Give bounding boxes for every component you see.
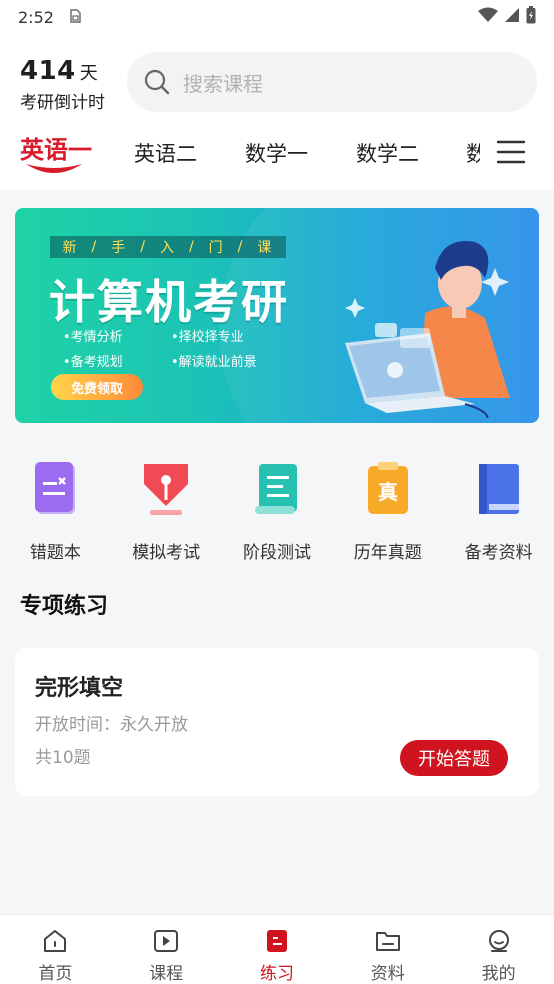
tab-math-3-partial[interactable]: 数 bbox=[466, 138, 480, 168]
tab-math-2[interactable]: 数学二 bbox=[356, 138, 419, 168]
quick-link-label: 错题本 bbox=[29, 543, 81, 563]
menu-icon[interactable] bbox=[496, 138, 526, 166]
nav-item-home[interactable]: 首页 bbox=[0, 915, 111, 984]
tagline-char: 课 bbox=[257, 240, 274, 256]
nav-item-materials[interactable]: 资料 bbox=[332, 915, 443, 984]
play-icon bbox=[154, 930, 179, 952]
status-bar: 2:52 bbox=[0, 0, 554, 34]
countdown-days: 414 bbox=[20, 56, 76, 86]
quick-link-materials[interactable]: 备考资料 bbox=[443, 430, 554, 570]
exam-countdown: 414 天 考研倒计时 bbox=[20, 56, 105, 113]
bottom-nav: 首页 课程 练习 资料 我的 bbox=[0, 914, 554, 984]
nav-item-profile[interactable]: 我的 bbox=[443, 915, 554, 984]
sim-card-icon bbox=[68, 8, 82, 26]
tagline-char: 手 bbox=[111, 240, 128, 256]
nav-label: 资料 bbox=[370, 964, 405, 984]
banner-bullets: •考情分析 •择校择专业 •备考规划 •解读就业前景 bbox=[63, 326, 283, 370]
tagline-sep: / bbox=[188, 239, 196, 255]
tagline-sep: / bbox=[140, 239, 147, 255]
search-input[interactable]: 搜索课程 bbox=[127, 52, 537, 112]
tagline-char: 新 bbox=[62, 240, 79, 256]
scroll-icon bbox=[253, 460, 301, 518]
nav-label: 练习 bbox=[259, 964, 294, 984]
practice-title: 完形填空 bbox=[35, 676, 124, 701]
practice-icon bbox=[266, 930, 287, 952]
tab-english-1[interactable]: 英语一 bbox=[20, 130, 92, 178]
search-icon bbox=[144, 69, 170, 95]
countdown-label: 考研倒计时 bbox=[20, 93, 105, 113]
nav-item-practice[interactable]: 练习 bbox=[222, 915, 333, 984]
book-icon bbox=[475, 460, 523, 518]
subject-tabs: 英语一 英语二 数学一 数学二 数 bbox=[0, 126, 554, 186]
promo-banner[interactable]: 新 / 手 / 入 / 门 / 课 计算机考研 •考情分析 •择校择专业 •备考… bbox=[15, 208, 539, 423]
battery-icon bbox=[526, 6, 536, 28]
banner-bullet: •解读就业前景 bbox=[171, 355, 257, 370]
tab-english-2[interactable]: 英语二 bbox=[134, 138, 197, 168]
free-claim-button[interactable]: 免费领取 bbox=[51, 374, 143, 400]
practice-open-time: 开放时间：永久开放 bbox=[35, 715, 188, 735]
home-icon bbox=[44, 930, 67, 952]
pen-nib-icon bbox=[142, 460, 190, 518]
tagline-char: 门 bbox=[208, 240, 225, 256]
quick-link-mock-exam[interactable]: 模拟考试 bbox=[111, 430, 222, 570]
nav-label: 课程 bbox=[149, 964, 184, 984]
nav-label: 首页 bbox=[38, 964, 73, 984]
quick-link-stage-test[interactable]: 阶段测试 bbox=[222, 430, 333, 570]
banner-bullet: •备考规划 bbox=[63, 355, 123, 370]
tagline-sep: / bbox=[91, 239, 99, 255]
section-title: 专项练习 bbox=[20, 594, 109, 619]
quick-links: 错题本 模拟考试 阶段测试 真 历年真题 备考资料 bbox=[0, 430, 554, 570]
quick-link-label: 备考资料 bbox=[464, 543, 533, 563]
tagline-sep: / bbox=[237, 239, 245, 255]
practice-card[interactable]: 完形填空 开放时间：永久开放 共10题 开始答题 bbox=[15, 648, 539, 796]
svg-text:真: 真 bbox=[378, 480, 398, 504]
tab-math-1[interactable]: 数学一 bbox=[245, 138, 308, 168]
quick-link-label: 模拟考试 bbox=[132, 543, 201, 563]
quick-link-label: 历年真题 bbox=[353, 543, 422, 563]
notebook-icon bbox=[31, 460, 79, 518]
quick-link-wrong-book[interactable]: 错题本 bbox=[0, 430, 111, 570]
countdown-unit: 天 bbox=[79, 63, 98, 84]
quick-link-past-papers[interactable]: 真 历年真题 bbox=[332, 430, 443, 570]
signal-icon bbox=[504, 7, 520, 27]
start-answering-button[interactable]: 开始答题 bbox=[400, 740, 508, 776]
banner-bullet: •择校择专业 bbox=[171, 330, 244, 345]
clipboard-icon: 真 bbox=[364, 460, 412, 518]
student-laptop-illustration bbox=[345, 241, 510, 418]
search-placeholder: 搜索课程 bbox=[183, 71, 263, 96]
practice-question-count: 共10题 bbox=[35, 748, 91, 768]
tagline-char: 入 bbox=[159, 240, 176, 256]
nav-label: 我的 bbox=[481, 964, 516, 984]
header: 414 天 考研倒计时 搜索课程 英语一 英语二 数学一 数学二 数 bbox=[0, 34, 554, 190]
banner-bullet: •考情分析 bbox=[63, 330, 123, 345]
profile-icon bbox=[488, 930, 509, 952]
folder-icon bbox=[375, 932, 400, 951]
status-time: 2:52 bbox=[18, 7, 54, 27]
active-tab-swoosh-icon bbox=[26, 164, 82, 173]
nav-item-courses[interactable]: 课程 bbox=[111, 915, 222, 984]
banner-headline: 计算机考研 bbox=[49, 275, 289, 329]
quick-link-label: 阶段测试 bbox=[242, 543, 311, 563]
wifi-icon bbox=[478, 7, 498, 27]
banner-tagline: 新 / 手 / 入 / 门 / 课 bbox=[50, 236, 286, 258]
